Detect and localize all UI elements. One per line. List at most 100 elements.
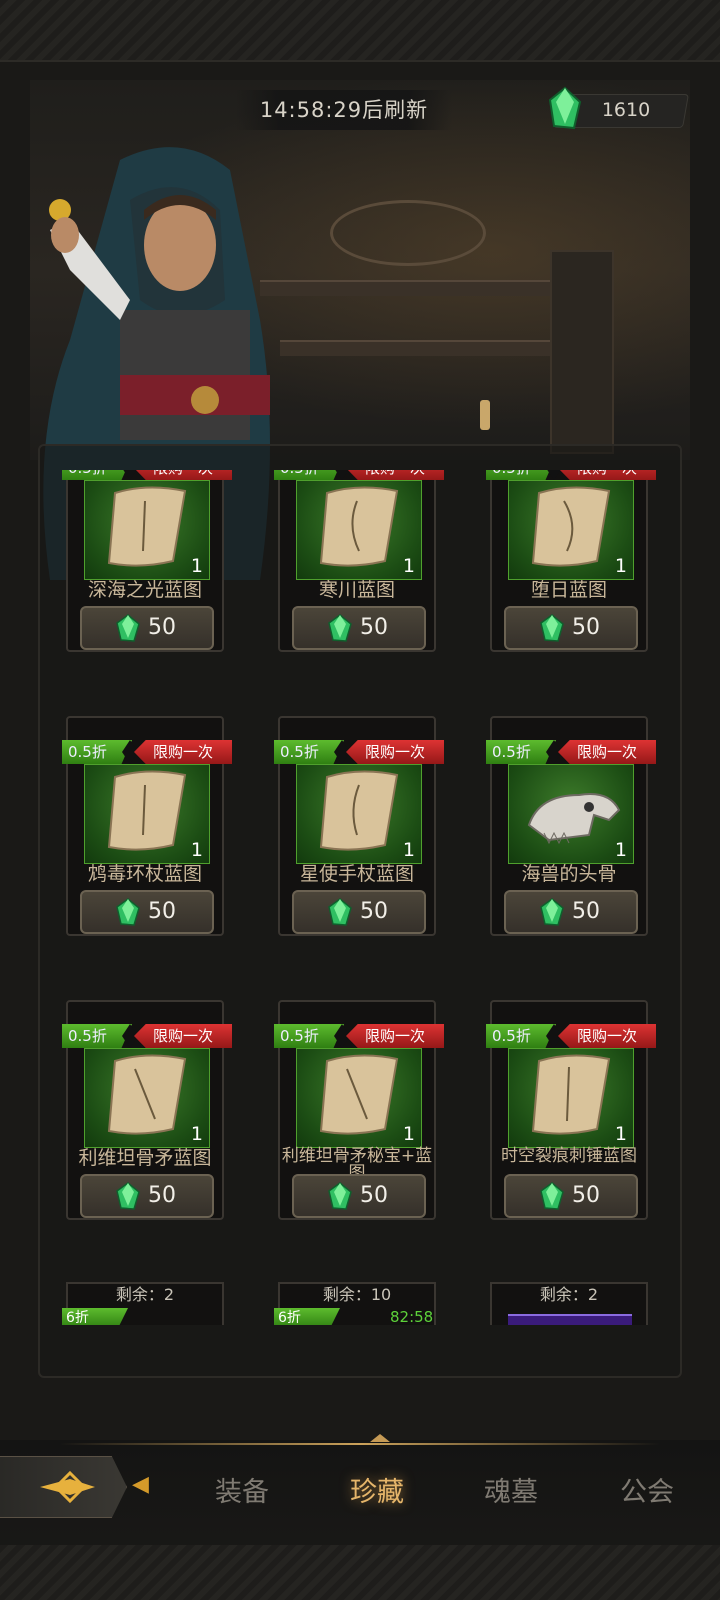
discount-badge: 0.5折 [486,1024,556,1048]
buy-button[interactable]: 50 [504,1174,638,1218]
shop-item-card[interactable]: 0.5折 限购一次 1 堕日蓝图 50 [486,470,656,652]
item-icon-box: 1 [296,480,422,580]
item-quantity: 1 [402,839,415,861]
limit-badge: 限购一次 [558,470,656,480]
discount-badge: 0.5折 [62,740,132,764]
price-label: 50 [148,615,176,640]
green-gem-icon [116,614,140,642]
item-icon-box: 1 [84,480,210,580]
price-label: 50 [148,899,176,924]
item-name: 深海之光蓝图 [87,579,202,601]
item-name: 鸩毒环杖蓝图 [87,863,202,885]
green-gem-icon [116,1182,140,1210]
green-gem-icon [328,898,352,926]
price-label: 50 [572,899,600,924]
remaining-count: 剩余：10 [322,1285,392,1304]
item-timer: 82:58 [390,1308,434,1325]
shop-item-card-partial[interactable]: 剩余：10 6折 82:58 [274,1282,436,1325]
price-label: 50 [360,615,388,640]
buy-button[interactable]: 50 [80,606,214,650]
discount-badge: 6折 [62,1308,128,1325]
price-label: 50 [360,899,388,924]
shop-item-card[interactable]: 0.5折 限购一次 1 利维坦骨矛蓝图 50 [62,1000,232,1220]
chevron-left-icon[interactable]: ◀ [132,1472,149,1497]
price-label: 50 [572,615,600,640]
buy-button[interactable]: 50 [504,606,638,650]
item-name: 利维坦骨矛蓝图 [78,1147,212,1169]
item-icon-box: 1 [508,480,634,580]
remaining-count: 剩余：2 [115,1285,175,1304]
tab-soul-tomb[interactable]: 魂墓 [484,1470,538,1509]
limit-badge: 限购一次 [134,740,232,764]
shop-item-card[interactable]: 0.5折 限购一次 1 星使手杖蓝图 50 [274,716,444,936]
limit-badge: 限购一次 [558,1024,656,1048]
buy-button[interactable]: 50 [80,1174,214,1218]
item-icon-box: 1 [84,1048,210,1148]
discount-badge: 0.5折 [62,470,132,480]
green-gem-icon [328,1182,352,1210]
item-icon-box: 1 [84,764,210,864]
buy-button[interactable]: 50 [292,1174,426,1218]
limit-badge: 限购一次 [134,470,232,480]
tab-guild[interactable]: 公会 [620,1470,674,1509]
discount-badge: 0.5折 [274,1024,344,1048]
limit-badge: 限购一次 [346,740,444,764]
remaining-count: 剩余：2 [539,1285,599,1304]
buy-button[interactable]: 50 [292,606,426,650]
item-icon-box: 1 [296,1048,422,1148]
green-gem-icon [540,1182,564,1210]
refresh-timer: 14:58:29后刷新 [236,90,452,130]
discount-badge: 0.5折 [486,740,556,764]
limit-badge: 限购一次 [558,740,656,764]
tab-equipment[interactable]: 装备 [215,1470,269,1509]
item-icon-box [508,1314,632,1325]
item-name: 海兽的头骨 [521,863,617,885]
shop-item-card-partial[interactable]: 剩余：2 [490,1282,648,1325]
shop-item-card-partial[interactable]: 剩余：2 6折 [62,1282,224,1325]
item-quantity: 1 [402,555,415,577]
shop-item-grid[interactable]: 0.5折 限购一次 1 深海之光蓝图 50 0.5折 限购一次 1 寒川蓝图 5… [38,470,678,1325]
discount-badge: 0.5折 [62,1024,132,1048]
item-name: 堕日蓝图 [530,579,607,601]
discount-badge: 0.5折 [486,470,556,480]
item-quantity: 1 [190,555,203,577]
discount-badge: 0.5折 [274,740,344,764]
green-gem-icon [116,898,140,926]
item-icon-box: 1 [508,1048,634,1148]
item-name: 寒川蓝图 [318,579,395,601]
price-label: 50 [572,1183,600,1208]
green-gem-icon [540,614,564,642]
item-quantity: 1 [402,1123,415,1145]
green-gem-icon [540,898,564,926]
shop-item-card[interactable]: 0.5折 限购一次 1 利维坦骨矛秘宝+蓝图 50 [274,1000,444,1220]
shop-item-card[interactable]: 0.5折 限购一次 1 时空裂痕刺锤蓝图 50 [486,1000,656,1220]
bottom-decorative-border [0,1545,720,1600]
nav-divider [60,1443,660,1445]
buy-button[interactable]: 50 [80,890,214,934]
shop-item-card[interactable]: 0.5折 限购一次 1 深海之光蓝图 50 [62,470,232,652]
price-label: 50 [360,1183,388,1208]
shop-item-card[interactable]: 0.5折 限购一次 1 寒川蓝图 50 [274,470,444,652]
item-icon-box: 1 [508,764,634,864]
shop-item-card[interactable]: 0.5折 限购一次 1 鸩毒环杖蓝图 50 [62,716,232,936]
item-quantity: 1 [614,839,627,861]
buy-button[interactable]: 50 [504,890,638,934]
limit-badge: 限购一次 [346,1024,444,1048]
discount-badge: 0.5折 [274,470,344,480]
shop-item-card[interactable]: 0.5折 限购一次 1 海兽的头骨 50 [486,716,656,936]
buy-button[interactable]: 50 [292,890,426,934]
item-name: 时空裂痕刺锤蓝图 [501,1146,637,1166]
limit-badge: 限购一次 [134,1024,232,1048]
item-quantity: 1 [190,1123,203,1145]
price-label: 50 [148,1183,176,1208]
green-gem-icon [328,614,352,642]
item-name: 星使手杖蓝图 [299,863,414,885]
green-gem-icon [548,86,582,130]
tab-collection[interactable]: 珍藏 [350,1470,404,1509]
nav-menu-button[interactable] [0,1456,127,1518]
limit-badge: 限购一次 [346,470,444,480]
discount-badge: 6折 [274,1308,340,1325]
item-quantity: 1 [190,839,203,861]
top-decorative-border [0,0,720,62]
currency-amount: 1610 [601,99,651,121]
